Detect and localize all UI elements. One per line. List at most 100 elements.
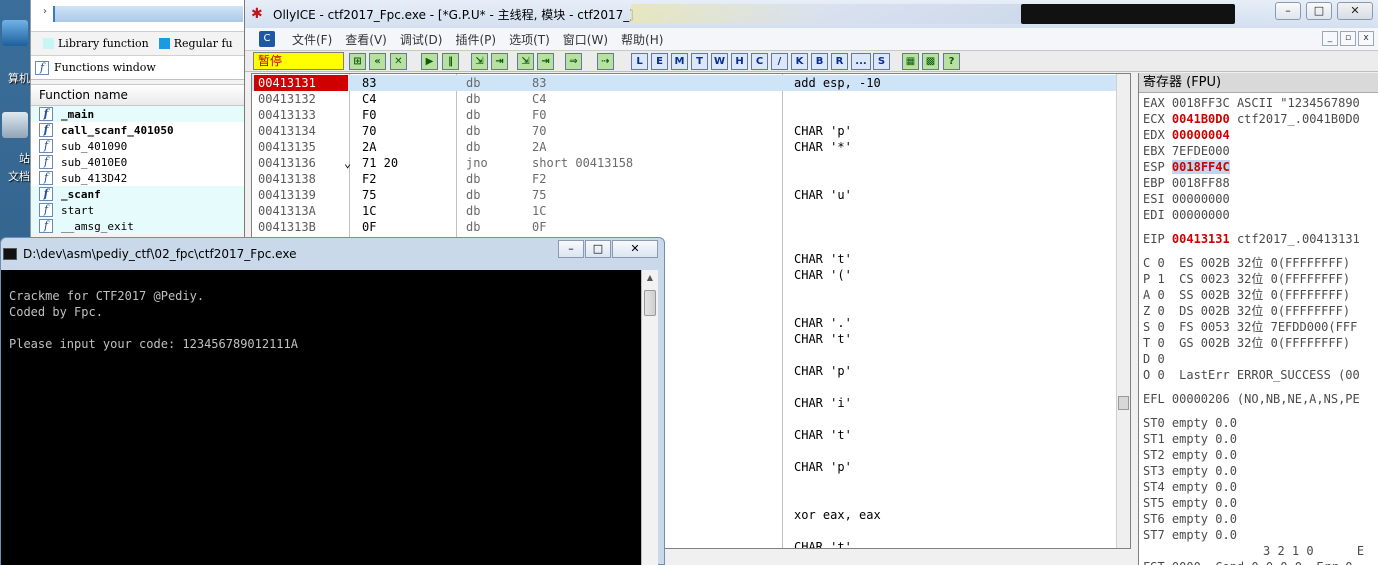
register-row[interactable]: EBP 0018FF88 xyxy=(1143,175,1230,191)
toolbar-button-s[interactable]: S xyxy=(873,53,890,70)
register-row[interactable]: EBX 7EFDE000 xyxy=(1143,143,1230,159)
register-row[interactable]: ESP 0018FF4C xyxy=(1143,159,1230,175)
console-maximize-button[interactable]: □ xyxy=(585,240,611,258)
mdi-button[interactable]: _ xyxy=(1322,31,1338,46)
recycle-bin-icon[interactable] xyxy=(2,112,28,138)
function-row[interactable]: f _scanf xyxy=(31,186,246,202)
flag-row[interactable]: Z 0 DS 002B 32位 0(FFFFFFFF) xyxy=(1143,303,1350,319)
toolbar-button-t[interactable]: T xyxy=(691,53,708,70)
disasm-row[interactable]: 00413139 75 db 75 CHAR 'u' xyxy=(252,187,1120,203)
toolbar-button-m[interactable]: M xyxy=(671,53,688,70)
toolbar-button-l[interactable]: L xyxy=(631,53,648,70)
toolbar-button-w[interactable]: W xyxy=(711,53,728,70)
register-row[interactable]: EDI 00000000 xyxy=(1143,207,1230,223)
minimize-button[interactable]: – xyxy=(1275,2,1301,20)
open-icon[interactable]: ⊞ xyxy=(349,53,366,70)
flag-row[interactable]: D 0 xyxy=(1143,351,1165,367)
register-row[interactable]: EIP 00413131 ctf2017_.00413131 xyxy=(1143,231,1360,247)
menu-item[interactable]: 帮助(H) xyxy=(621,31,663,48)
function-row[interactable]: f _main xyxy=(31,106,246,122)
fpu-row[interactable]: ST7 empty 0.0 xyxy=(1143,527,1237,543)
menu-item[interactable]: 文件(F) xyxy=(292,31,332,48)
disasm-row[interactable]: 0041313A 1C db 1C xyxy=(252,203,1120,219)
toolbar-button-r[interactable]: R xyxy=(831,53,848,70)
fpu-row[interactable]: ST2 empty 0.0 xyxy=(1143,447,1237,463)
function-row[interactable]: f sub_413D42 xyxy=(31,170,246,186)
disasm-row[interactable]: 00413131 83 db 83 add esp, -10 xyxy=(252,75,1120,91)
run-to-return-icon[interactable]: ⇒ xyxy=(565,53,582,70)
scroll-up-icon[interactable]: ▲ xyxy=(642,270,658,286)
mdi-button[interactable]: ▫ xyxy=(1340,31,1356,46)
navigation-band[interactable] xyxy=(53,6,243,22)
close-button[interactable]: ✕ xyxy=(1337,2,1373,20)
toolbar-button-slash[interactable]: / xyxy=(771,53,788,70)
toolbar-button-k[interactable]: K xyxy=(791,53,808,70)
efl-row[interactable]: EFL 00000206 (NO,NB,NE,A,NS,PE xyxy=(1143,391,1360,407)
title-bar[interactable]: ✱ OllyICE - ctf2017_Fpc.exe - [*G.P.U* -… xyxy=(245,0,1378,28)
windows-icon[interactable]: ▩ xyxy=(922,53,939,70)
play-icon[interactable]: ▶ xyxy=(421,53,438,70)
scrollbar-thumb[interactable] xyxy=(644,290,656,316)
ida-navigation-bar[interactable]: › xyxy=(31,0,246,32)
menu-item[interactable]: 选项(T) xyxy=(509,31,550,48)
flag-row[interactable]: C 0 ES 002B 32位 0(FFFFFFFF) xyxy=(1143,255,1350,271)
register-row[interactable]: ESI 00000000 xyxy=(1143,191,1230,207)
disasm-row[interactable]: 00413136 ⌄ 71 20 jno short 00413158 xyxy=(252,155,1120,171)
function-row[interactable]: f sub_4010E0 xyxy=(31,154,246,170)
fpu-row[interactable]: ST5 empty 0.0 xyxy=(1143,495,1237,511)
menu-item[interactable]: 插件(P) xyxy=(455,31,496,48)
trace-into-icon[interactable]: ⇲ xyxy=(517,53,534,70)
disasm-row[interactable]: 00413133 F0 db F0 xyxy=(252,107,1120,123)
menu-item[interactable]: 查看(V) xyxy=(345,31,387,48)
column-header-function-name[interactable]: Function name xyxy=(31,84,246,106)
cpu-window-icon[interactable]: C xyxy=(259,31,275,47)
function-row[interactable]: f call_scanf_401050 xyxy=(31,122,246,138)
options-icon[interactable]: ▦ xyxy=(902,53,919,70)
disasm-row[interactable]: 00413132 C4 db C4 xyxy=(252,91,1120,107)
step-into-icon[interactable]: ⇲ xyxy=(471,53,488,70)
flag-row[interactable]: T 0 GS 002B 32位 0(FFFFFFFF) xyxy=(1143,335,1350,351)
pause-icon[interactable]: ‖ xyxy=(442,53,459,70)
fpu-row[interactable]: ST3 empty 0.0 xyxy=(1143,463,1237,479)
console-scrollbar[interactable]: ▲ xyxy=(641,270,658,565)
tab-functions-window[interactable]: f Functions window xyxy=(31,56,246,80)
console-output[interactable]: Crackme for CTF2017 @Pediy. Coded by Fpc.… xyxy=(1,270,641,565)
flag-row[interactable]: S 0 FS 0053 32位 7EFDD000(FFF xyxy=(1143,319,1357,335)
goto-icon[interactable]: ⇢ xyxy=(597,53,614,70)
flag-row[interactable]: P 1 CS 0023 32位 0(FFFFFFFF) xyxy=(1143,271,1350,287)
menu-item[interactable]: 调试(D) xyxy=(400,31,443,48)
flag-row[interactable]: A 0 SS 002B 32位 0(FFFFFFFF) xyxy=(1143,287,1350,303)
registers-pane[interactable]: 寄存器 (FPU) EAX 0018FF3C ASCII "1234567890… xyxy=(1138,73,1378,565)
register-row[interactable]: EAX 0018FF3C ASCII "1234567890 xyxy=(1143,95,1360,111)
function-row[interactable]: f start xyxy=(31,202,246,218)
trace-over-icon[interactable]: ⇥ xyxy=(537,53,554,70)
disasm-row[interactable]: 0041313B 0F db 0F xyxy=(252,219,1120,235)
scrollbar-thumb[interactable] xyxy=(1118,396,1129,410)
toolbar-button-e[interactable]: E xyxy=(651,53,668,70)
close-icon[interactable]: ✕ xyxy=(390,53,407,70)
step-over-icon[interactable]: ⇥ xyxy=(491,53,508,70)
flag-row[interactable]: O 0 LastErr ERROR_SUCCESS (00 xyxy=(1143,367,1360,383)
fpu-row[interactable]: ST6 empty 0.0 xyxy=(1143,511,1237,527)
console-title-bar[interactable]: D:\dev\asm\pediy_ctf\02_fpc\ctf2017_Fpc.… xyxy=(1,238,664,270)
function-row[interactable]: f sub_401090 xyxy=(31,138,246,154)
disassembly-scrollbar[interactable] xyxy=(1116,74,1130,548)
help-icon[interactable]: ? xyxy=(943,53,960,70)
console-close-button[interactable]: ✕ xyxy=(612,240,658,258)
fpu-row[interactable]: ST1 empty 0.0 xyxy=(1143,431,1237,447)
fpu-status-row[interactable]: FST 0000 Cond 0 0 0 0 Err 0 xyxy=(1143,559,1353,565)
function-row[interactable]: f __amsg_exit xyxy=(31,218,246,234)
toolbar-button-h[interactable]: H xyxy=(731,53,748,70)
fpu-row[interactable]: ST0 empty 0.0 xyxy=(1143,415,1237,431)
console-minimize-button[interactable]: – xyxy=(558,240,584,258)
toolbar-button-b[interactable]: B xyxy=(811,53,828,70)
rewind-icon[interactable]: « xyxy=(369,53,386,70)
disasm-row[interactable]: 00413135 2A db 2A CHAR '*' xyxy=(252,139,1120,155)
toolbar-button-more[interactable]: ... xyxy=(851,53,871,70)
register-row[interactable]: EDX 00000004 xyxy=(1143,127,1230,143)
disasm-row[interactable]: 00413138 F2 db F2 xyxy=(252,171,1120,187)
menu-item[interactable]: 窗口(W) xyxy=(563,31,608,48)
toolbar-button-c[interactable]: C xyxy=(751,53,768,70)
computer-desktop-icon[interactable] xyxy=(2,20,28,46)
fpu-row[interactable]: ST4 empty 0.0 xyxy=(1143,479,1237,495)
